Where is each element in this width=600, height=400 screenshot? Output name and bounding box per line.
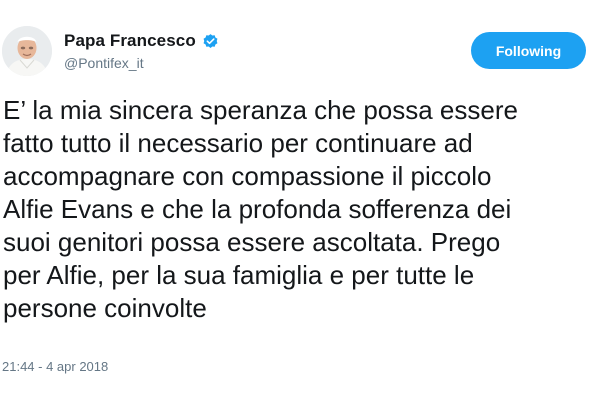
author-name-row: Papa Francesco — [64, 30, 219, 52]
avatar[interactable] — [2, 26, 52, 76]
tweet-text-line: accompagnare con compassione il piccolo — [3, 161, 492, 191]
author-handle[interactable]: @Pontifex_it — [64, 55, 144, 71]
tweet-text-line: E’ la mia sincera speranza che possa ess… — [3, 95, 518, 125]
pope-portrait-avatar-icon — [2, 26, 52, 76]
author-display-name[interactable]: Papa Francesco — [64, 31, 196, 51]
tweet-timestamp[interactable]: 21:44 - 4 apr 2018 — [2, 359, 108, 374]
following-button[interactable]: Following — [471, 32, 586, 69]
tweet-text-line: suoi genitori possa essere ascoltata. Pr… — [3, 227, 501, 257]
verified-badge-icon — [202, 33, 219, 50]
tweet-text-line: per Alfie, per la sua famiglia e per tut… — [3, 260, 475, 290]
tweet-text-line: fatto tutto il necessario per continuare… — [3, 128, 473, 158]
tweet-text-line: persone coinvolte — [3, 293, 207, 323]
tweet-text: E’ la mia sincera speranza che possa ess… — [3, 94, 593, 325]
tweet-text-line: Alfie Evans e che la profonda sofferenza… — [3, 194, 512, 224]
tweet-card: Papa Francesco @Pontifex_it Following E’… — [0, 0, 600, 400]
